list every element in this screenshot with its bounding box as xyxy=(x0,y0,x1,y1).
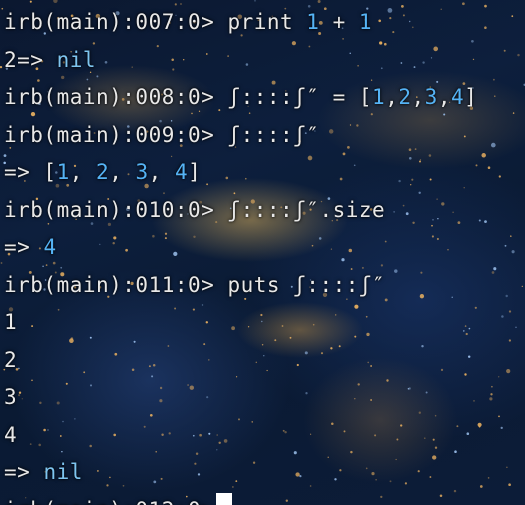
output-line: 2=> nil xyxy=(4,42,524,80)
code-token: 4 xyxy=(4,422,18,447)
prompt-line: irb(main):008:0> ʃ::::ʃ″ = [1,2,3,4] xyxy=(4,79,524,117)
terminal-output[interactable]: irb(main):007:0> print 1 + 1 2=> nil irb(m… xyxy=(4,4,524,505)
text-cursor[interactable] xyxy=(216,492,233,505)
code-token: , xyxy=(69,160,97,184)
code-token: ʃ::::ʃ″ xyxy=(227,85,320,109)
prompt-line: irb(main):011:0> puts ʃ::::ʃ″ xyxy=(4,267,524,305)
number-token: 1 xyxy=(56,160,70,184)
output-line: 2 xyxy=(4,342,524,380)
code-token: ʃ::::ʃ″ xyxy=(227,122,320,147)
irb-prompt: irb(main):011:0> xyxy=(4,272,228,297)
output-line: 1 xyxy=(4,304,524,342)
code-token: 2=> xyxy=(4,47,57,72)
prompt-line: irb(main):010:0> ʃ::::ʃ″.size xyxy=(4,192,524,230)
prompt-line: irb(main):012:0> xyxy=(4,492,524,505)
number-token: 3 xyxy=(135,160,149,184)
code-token: ] xyxy=(464,85,478,109)
star-dot xyxy=(317,0,321,3)
terminal-window[interactable]: irb(main):007:0> print 1 + 1 2=> nil irb(m… xyxy=(0,0,525,505)
code-token: 3 xyxy=(4,385,18,409)
number-token: 1 xyxy=(306,10,320,34)
number-token: 4 xyxy=(174,160,189,184)
output-line: => nil xyxy=(4,454,524,492)
star-dot xyxy=(254,0,256,2)
nil-token: nil xyxy=(43,460,83,484)
irb-prompt: irb(main):007:0> xyxy=(4,10,228,34)
irb-prompt: irb(main):009:0> xyxy=(4,122,228,147)
number-token: 2 xyxy=(96,160,110,184)
output-line: 3 xyxy=(4,379,524,417)
number-token: 1 xyxy=(372,85,386,109)
code-token: => xyxy=(4,235,44,259)
code-token: 1 xyxy=(4,310,18,334)
code-token: , xyxy=(437,85,451,109)
code-token: , xyxy=(109,160,136,184)
output-line: => 4 xyxy=(4,229,524,267)
star-dot xyxy=(0,65,3,69)
code-token: print xyxy=(227,10,307,34)
number-token: 1 xyxy=(358,10,373,34)
code-token: = [ xyxy=(319,85,373,109)
output-line: 4 xyxy=(4,417,524,455)
nil-token: nil xyxy=(56,47,97,72)
star-dot xyxy=(0,262,3,264)
code-token: , xyxy=(411,85,425,109)
code-token: puts xyxy=(227,272,294,297)
code-token: , xyxy=(148,160,175,184)
star-dot xyxy=(1,7,4,10)
code-token: .size xyxy=(319,197,386,222)
number-token: 4 xyxy=(43,235,57,259)
code-token: + xyxy=(319,10,359,34)
code-token: => xyxy=(4,460,44,484)
code-token: ʃ::::ʃ″ xyxy=(227,197,320,222)
prompt-line: irb(main):009:0> ʃ::::ʃ″ xyxy=(4,117,524,155)
code-token: ] xyxy=(188,160,202,184)
output-line: => [1, 2, 3, 4] xyxy=(4,154,524,192)
irb-prompt: irb(main):012:0> xyxy=(4,498,214,505)
prompt-line: irb(main):007:0> print 1 + 1 xyxy=(4,4,524,42)
number-token: 4 xyxy=(450,85,465,109)
star-dot xyxy=(29,0,32,3)
number-token: 3 xyxy=(424,85,438,109)
code-token: 2 xyxy=(4,347,18,372)
code-token: => [ xyxy=(4,160,57,184)
irb-prompt: irb(main):008:0> xyxy=(4,85,228,109)
code-token: ʃ::::ʃ″ xyxy=(293,272,386,297)
code-token: , xyxy=(385,85,399,109)
star-dot xyxy=(53,0,58,4)
irb-prompt: irb(main):010:0> xyxy=(4,197,228,222)
number-token: 2 xyxy=(398,85,412,109)
